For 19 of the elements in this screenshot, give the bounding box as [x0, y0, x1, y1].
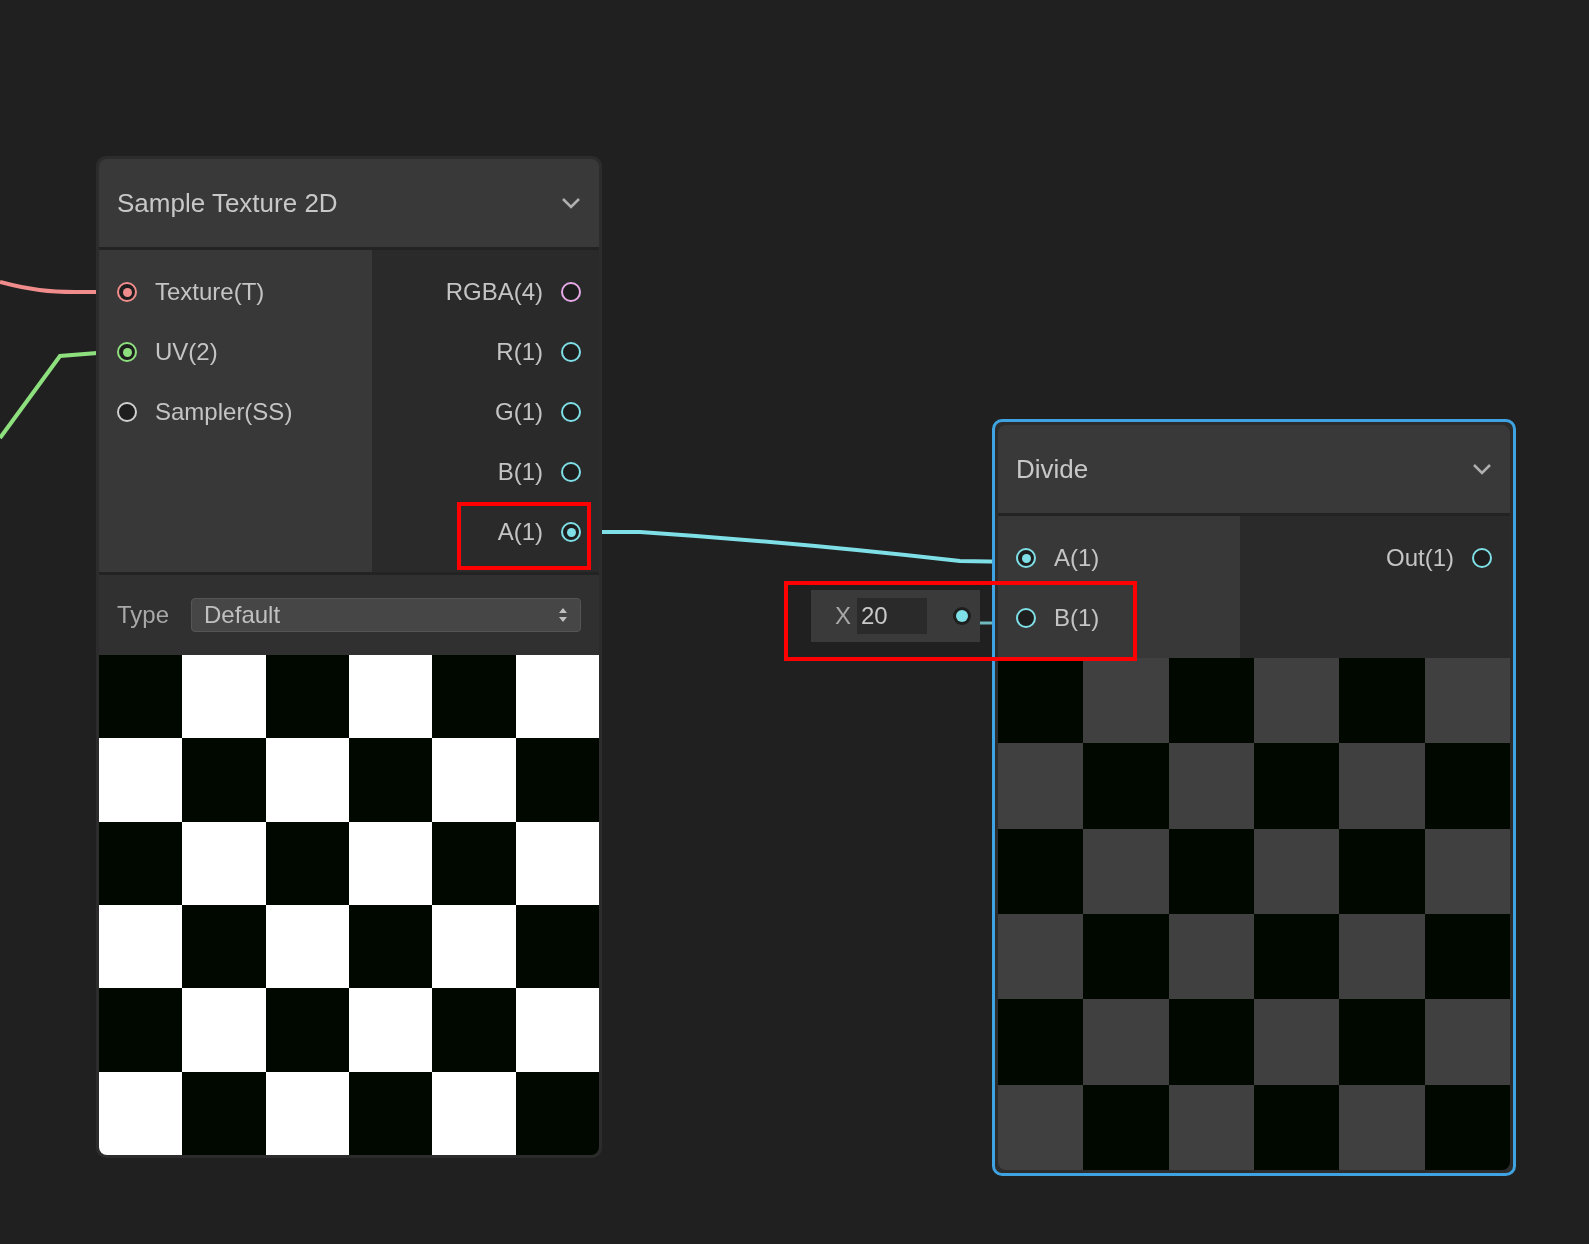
- port-label: R(1): [496, 337, 543, 367]
- field-label: X: [835, 601, 851, 631]
- control-label: Type: [117, 600, 170, 630]
- port-label: UV(2): [155, 337, 218, 367]
- node-title: Sample Texture 2D: [117, 186, 338, 220]
- port-label: B(1): [1054, 603, 1100, 633]
- port-label: Sampler(SS): [155, 397, 293, 427]
- port-label: A(1): [497, 517, 543, 547]
- port-label: B(1): [497, 457, 543, 487]
- port-label: Texture(T): [155, 277, 265, 307]
- port-label: A(1): [1054, 543, 1100, 573]
- port-label: Out(1): [1386, 543, 1454, 573]
- node-title: Divide: [1016, 452, 1089, 486]
- inline-value-field[interactable]: X 20: [811, 590, 980, 642]
- node-card[interactable]: Sample Texture 2D Texture(T) UV(2) Sampler(SS) RGBA(4) R(1) G(1) B(1) A(1) Type Default: [96, 156, 602, 1158]
- type-dropdown[interactable]: Default: [191, 598, 581, 632]
- port-label: RGBA(4): [445, 277, 543, 307]
- number-input[interactable]: 20: [857, 598, 927, 634]
- port-label: G(1): [495, 397, 543, 427]
